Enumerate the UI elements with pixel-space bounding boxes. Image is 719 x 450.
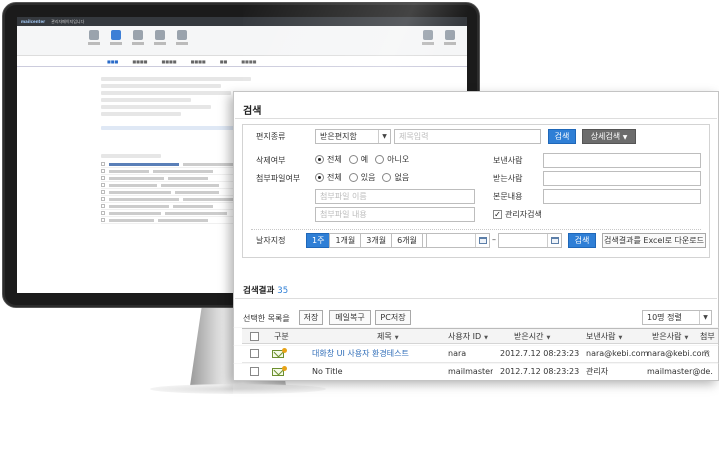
- panel-title: 검색: [243, 106, 262, 117]
- radio-label: 아니오: [387, 155, 410, 164]
- calendar-icon[interactable]: [475, 234, 489, 247]
- radio-label: 있음: [360, 173, 376, 182]
- search-form: 편지종류 받은편지함 ▼ 제목입력 검색 상세검색 ▼ 삭제여부 전체 예 아니…: [242, 124, 710, 258]
- attach-name-input[interactable]: 첨부파일 이름: [315, 189, 475, 204]
- screen-top-text: 관리자페이지입니다: [51, 18, 85, 24]
- chevron-down-icon: ▼: [699, 311, 711, 324]
- mailbox-select-value: 받은편지함: [320, 132, 357, 141]
- date-label: 날자지정: [256, 236, 286, 245]
- period-1week-button[interactable]: 1주: [306, 233, 331, 248]
- attach-radio-group: 전체 있음 없음: [315, 172, 412, 183]
- date-separator: –: [492, 235, 496, 244]
- mailbox-select[interactable]: 받은편지함 ▼: [315, 129, 391, 144]
- attach-label: 첨부파일여부: [256, 174, 301, 183]
- date-from-input[interactable]: [426, 233, 490, 248]
- screen-iconbar: [17, 26, 467, 56]
- sender-input[interactable]: [543, 153, 701, 168]
- screen-nav-icon: [175, 29, 189, 52]
- body-label: 본문내용: [493, 192, 523, 201]
- deleted-label: 삭제여부: [256, 156, 286, 165]
- radio-label: 전체: [327, 173, 342, 182]
- screen-nav-icon: [443, 29, 457, 52]
- admin-search-checkbox[interactable]: ✓: [493, 210, 502, 219]
- screen-tabs: ■■■ ■■■■ ■■■■ ■■■■ ■■ ■■■■: [17, 56, 467, 67]
- body-input[interactable]: [543, 189, 701, 204]
- selected-label: 선택한 목록을: [243, 314, 290, 323]
- caret-down-icon: ▼: [622, 134, 628, 141]
- mail-restore-button[interactable]: 메일복구: [329, 310, 371, 325]
- reflection-fade: [233, 381, 719, 441]
- screen-topbar: mailcenter 관리자페이지입니다: [17, 17, 467, 26]
- screen-nav-icon: [87, 29, 101, 52]
- save-button[interactable]: 저장: [299, 310, 323, 325]
- screen-brand: mailcenter: [21, 19, 46, 24]
- receiver-input[interactable]: [543, 171, 701, 186]
- mailbox-label: 편지종류: [256, 132, 286, 141]
- deleted-radio-all[interactable]: [315, 155, 324, 164]
- attach-radio-all[interactable]: [315, 173, 324, 182]
- period-6month-button[interactable]: 6개월: [391, 233, 423, 248]
- subject-input[interactable]: 제목입력: [394, 129, 541, 144]
- attach-radio-no[interactable]: [382, 173, 392, 182]
- date-to-input[interactable]: [498, 233, 562, 248]
- results-title-text: 검색결과: [243, 286, 275, 296]
- attach-radio-yes[interactable]: [348, 173, 358, 182]
- results-title: 검색결과 35: [243, 284, 288, 296]
- period-3month-button[interactable]: 3개월: [360, 233, 393, 248]
- deleted-radio-group: 전체 예 아니오: [315, 154, 412, 165]
- calendar-icon[interactable]: [547, 234, 561, 247]
- admin-search-checkbox-row: ✓ 관리자검색: [493, 209, 542, 220]
- deleted-radio-no[interactable]: [375, 155, 385, 164]
- admin-search-label: 관리자검색: [505, 210, 542, 219]
- pc-save-button[interactable]: PC저장: [375, 310, 411, 325]
- period-1month-button[interactable]: 1개월: [329, 233, 362, 248]
- excel-download-button[interactable]: 검색결과를 Excel로 다운로드: [602, 233, 706, 248]
- attach-content-input[interactable]: 첨부파일 내용: [315, 207, 475, 222]
- screen-nav-icon: [421, 29, 435, 52]
- sort-select[interactable]: 10명 정렬 ▼: [642, 310, 712, 325]
- detail-search-button[interactable]: 상세검색 ▼: [582, 129, 636, 144]
- screen-nav-icon: [109, 29, 123, 52]
- sender-label: 보낸사람: [493, 156, 523, 165]
- radio-label: 예: [360, 155, 369, 164]
- screen-nav-icon: [153, 29, 167, 52]
- radio-label: 전체: [327, 155, 342, 164]
- panel-reflection: [233, 326, 719, 381]
- detail-search-label: 상세검색: [590, 132, 621, 141]
- deleted-radio-yes[interactable]: [348, 155, 358, 164]
- date-search-button[interactable]: 검색: [568, 233, 596, 248]
- receiver-label: 받는사람: [493, 174, 523, 183]
- sort-select-value: 10명 정렬: [647, 313, 682, 322]
- search-button[interactable]: 검색: [548, 129, 576, 144]
- screen-nav-icon: [131, 29, 145, 52]
- results-count: 35: [277, 286, 289, 296]
- radio-label: 없음: [394, 173, 410, 182]
- chevron-down-icon: ▼: [378, 130, 390, 143]
